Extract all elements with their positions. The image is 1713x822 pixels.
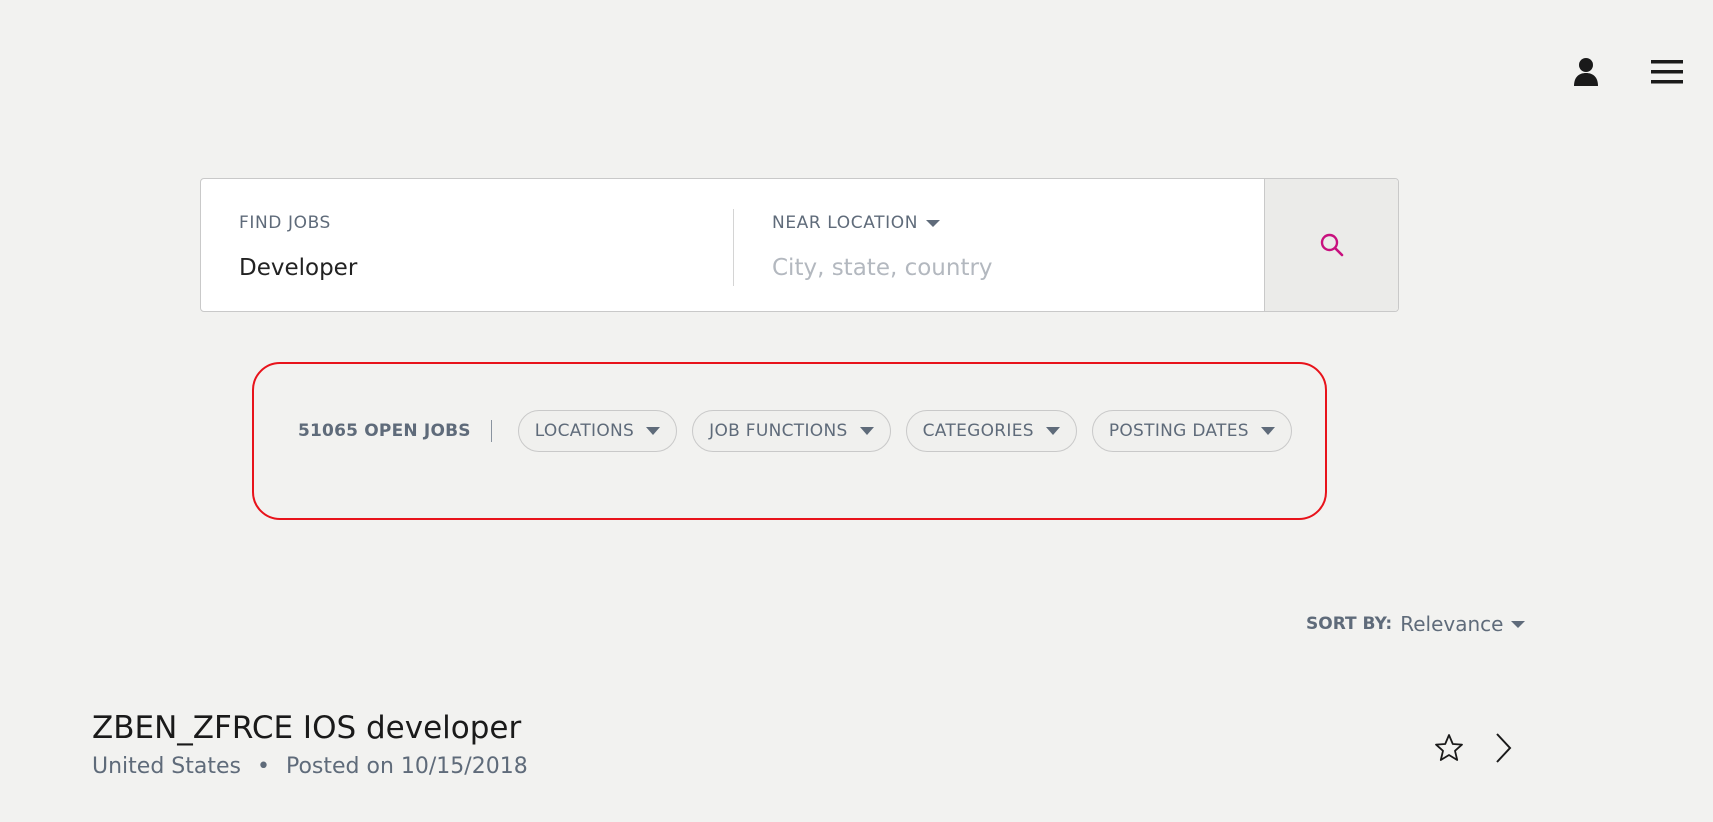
filter-locations[interactable]: LOCATIONS bbox=[517, 410, 678, 452]
header-actions bbox=[1573, 57, 1683, 87]
chevron-right-icon[interactable] bbox=[1494, 732, 1512, 764]
near-location-label: NEAR LOCATION bbox=[772, 213, 919, 233]
job-search-form: FIND JOBS NEAR LOCATION bbox=[200, 178, 1399, 312]
job-location: United States bbox=[92, 754, 241, 779]
caret-down-icon bbox=[859, 427, 874, 435]
find-jobs-label: FIND JOBS bbox=[239, 213, 331, 233]
bullet-separator: • bbox=[256, 754, 270, 779]
find-jobs-field: FIND JOBS bbox=[201, 179, 734, 311]
filter-bar: 51065 OPEN JOBS LOCATIONS JOB FUNCTIONS … bbox=[298, 409, 1307, 453]
caret-down-icon bbox=[926, 219, 941, 227]
open-jobs-count: 51065 OPEN JOBS bbox=[298, 421, 471, 441]
find-jobs-input[interactable] bbox=[239, 255, 679, 281]
near-location-field: NEAR LOCATION bbox=[734, 179, 1264, 311]
job-actions bbox=[1434, 732, 1512, 764]
divider bbox=[490, 420, 492, 442]
sort-control: SORT BY: Relevance bbox=[1306, 612, 1526, 636]
filter-label: POSTING DATES bbox=[1108, 421, 1249, 441]
filter-label: CATEGORIES bbox=[922, 421, 1034, 441]
job-title[interactable]: ZBEN_ZFRCE IOS developer bbox=[92, 710, 521, 746]
user-icon[interactable] bbox=[1573, 57, 1599, 87]
filter-label: JOB FUNCTIONS bbox=[709, 421, 848, 441]
hamburger-menu-icon[interactable] bbox=[1651, 59, 1683, 85]
location-input[interactable] bbox=[772, 255, 1212, 281]
job-meta: United States • Posted on 10/15/2018 bbox=[92, 754, 1512, 779]
caret-down-icon bbox=[1260, 427, 1275, 435]
star-outline-icon[interactable] bbox=[1434, 733, 1464, 763]
filter-posting-dates[interactable]: POSTING DATES bbox=[1091, 410, 1292, 452]
caret-down-icon bbox=[1511, 620, 1526, 628]
filter-categories[interactable]: CATEGORIES bbox=[905, 410, 1077, 452]
job-posted-date: Posted on 10/15/2018 bbox=[285, 754, 528, 779]
near-location-dropdown[interactable]: NEAR LOCATION bbox=[772, 213, 1264, 233]
sort-label: SORT BY: bbox=[1306, 614, 1393, 634]
filter-label: LOCATIONS bbox=[534, 421, 635, 441]
sort-value: Relevance bbox=[1400, 612, 1504, 636]
caret-down-icon bbox=[646, 427, 661, 435]
search-icon bbox=[1320, 233, 1343, 257]
filter-job-functions[interactable]: JOB FUNCTIONS bbox=[692, 410, 891, 452]
sort-dropdown[interactable]: Relevance bbox=[1400, 612, 1526, 636]
search-button[interactable] bbox=[1264, 179, 1398, 311]
job-list-item: ZBEN_ZFRCE IOS developer United States •… bbox=[92, 710, 1512, 779]
caret-down-icon bbox=[1045, 427, 1060, 435]
